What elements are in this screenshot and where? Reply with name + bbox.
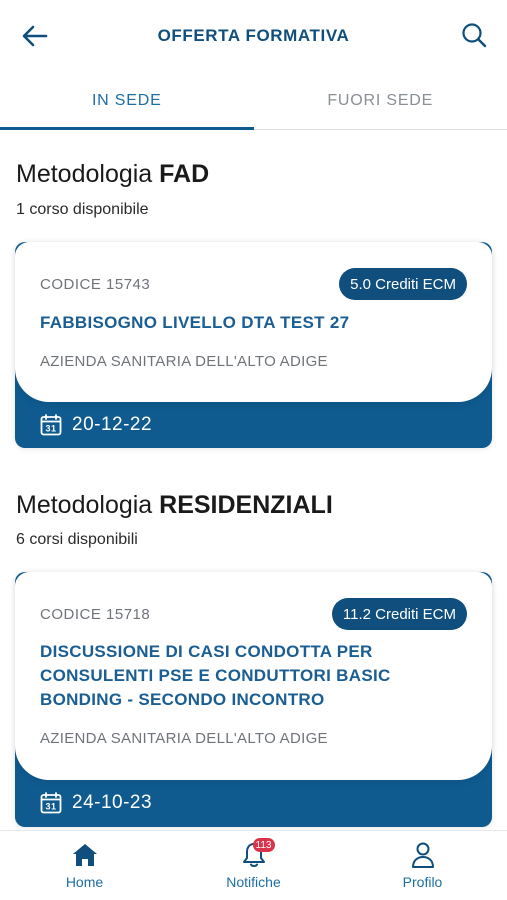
course-date-row: 31 20-12-22 [40, 414, 152, 436]
course-card[interactable]: CODICE 15718 11.2 Crediti ECM DISCUSSION… [15, 572, 492, 827]
nav-home-label: Home [65, 874, 104, 890]
course-list[interactable]: Metodologia FAD 1 corso disponibile CODI… [0, 130, 507, 830]
credits-badge: 5.0 Crediti ECM [339, 268, 467, 300]
course-code: CODICE 15743 [40, 276, 151, 293]
back-button[interactable] [20, 22, 50, 50]
section-title-residenziali: Metodologia RESIDENZIALI [16, 491, 333, 520]
course-date-row: 31 24-10-23 [40, 792, 152, 814]
section-count: 6 corsi disponibili [16, 531, 138, 548]
course-organization: AZIENDA SANITARIA DELL'ALTO ADIGE [40, 353, 328, 370]
course-date: 24-10-23 [72, 792, 153, 813]
notification-count-badge: 113 [252, 838, 275, 852]
home-icon [72, 844, 97, 866]
user-icon-wrap [410, 841, 436, 869]
course-title[interactable]: DISCUSSIONE DI CASI CONDOTTA PER CONSULE… [40, 640, 462, 712]
section-title-bold: FAD [159, 160, 210, 188]
credits-badge: 11.2 Crediti ECM [331, 598, 467, 630]
bottom-nav: Home 113 Notifiche Profilo [0, 830, 507, 900]
section-title-fad: Metodologia FAD [16, 160, 209, 189]
search-icon [462, 23, 487, 48]
page-title: OFFERTA FORMATIVA [157, 26, 350, 45]
nav-profilo-label: Profilo [402, 874, 443, 890]
section-title-prefix: Metodologia [16, 160, 160, 188]
arrow-left-icon [22, 25, 48, 47]
nav-notifiche[interactable]: 113 Notifiche [169, 831, 338, 900]
section-title-bold: RESIDENZIALI [159, 491, 333, 519]
tab-fuori-sede[interactable]: FUORI SEDE [254, 72, 507, 129]
calendar-icon: 31 [40, 414, 62, 436]
course-card[interactable]: CODICE 15743 5.0 Crediti ECM FABBISOGNO … [15, 242, 492, 448]
tab-in-sede[interactable]: IN SEDE [0, 72, 254, 130]
course-card-body: CODICE 15718 11.2 Crediti ECM DISCUSSION… [15, 572, 492, 780]
search-button[interactable] [459, 20, 489, 50]
calendar-icon: 31 [40, 792, 62, 814]
nav-profilo[interactable]: Profilo [338, 831, 507, 900]
home-icon-wrap [71, 841, 99, 869]
section-title-prefix: Metodologia [16, 491, 160, 519]
course-title[interactable]: FABBISOGNO LIVELLO DTA TEST 27 [40, 311, 462, 335]
nav-home[interactable]: Home [0, 831, 169, 900]
nav-notifiche-label: Notifiche [226, 874, 281, 890]
course-date: 20-12-22 [72, 414, 153, 435]
tab-bar: IN SEDE FUORI SEDE [0, 72, 507, 130]
svg-text:31: 31 [45, 802, 56, 812]
course-code: CODICE 15718 [40, 606, 151, 623]
svg-text:31: 31 [45, 424, 56, 434]
course-organization: AZIENDA SANITARIA DELL'ALTO ADIGE [40, 730, 328, 747]
bell-icon-wrap: 113 [241, 838, 275, 869]
app-screen: OFFERTA FORMATIVA IN SEDE FUORI SEDE Met… [0, 0, 507, 900]
user-icon [411, 842, 434, 868]
top-bar: OFFERTA FORMATIVA [0, 0, 507, 72]
section-count: 1 corso disponibile [16, 201, 149, 218]
course-card-body: CODICE 15743 5.0 Crediti ECM FABBISOGNO … [15, 242, 492, 402]
